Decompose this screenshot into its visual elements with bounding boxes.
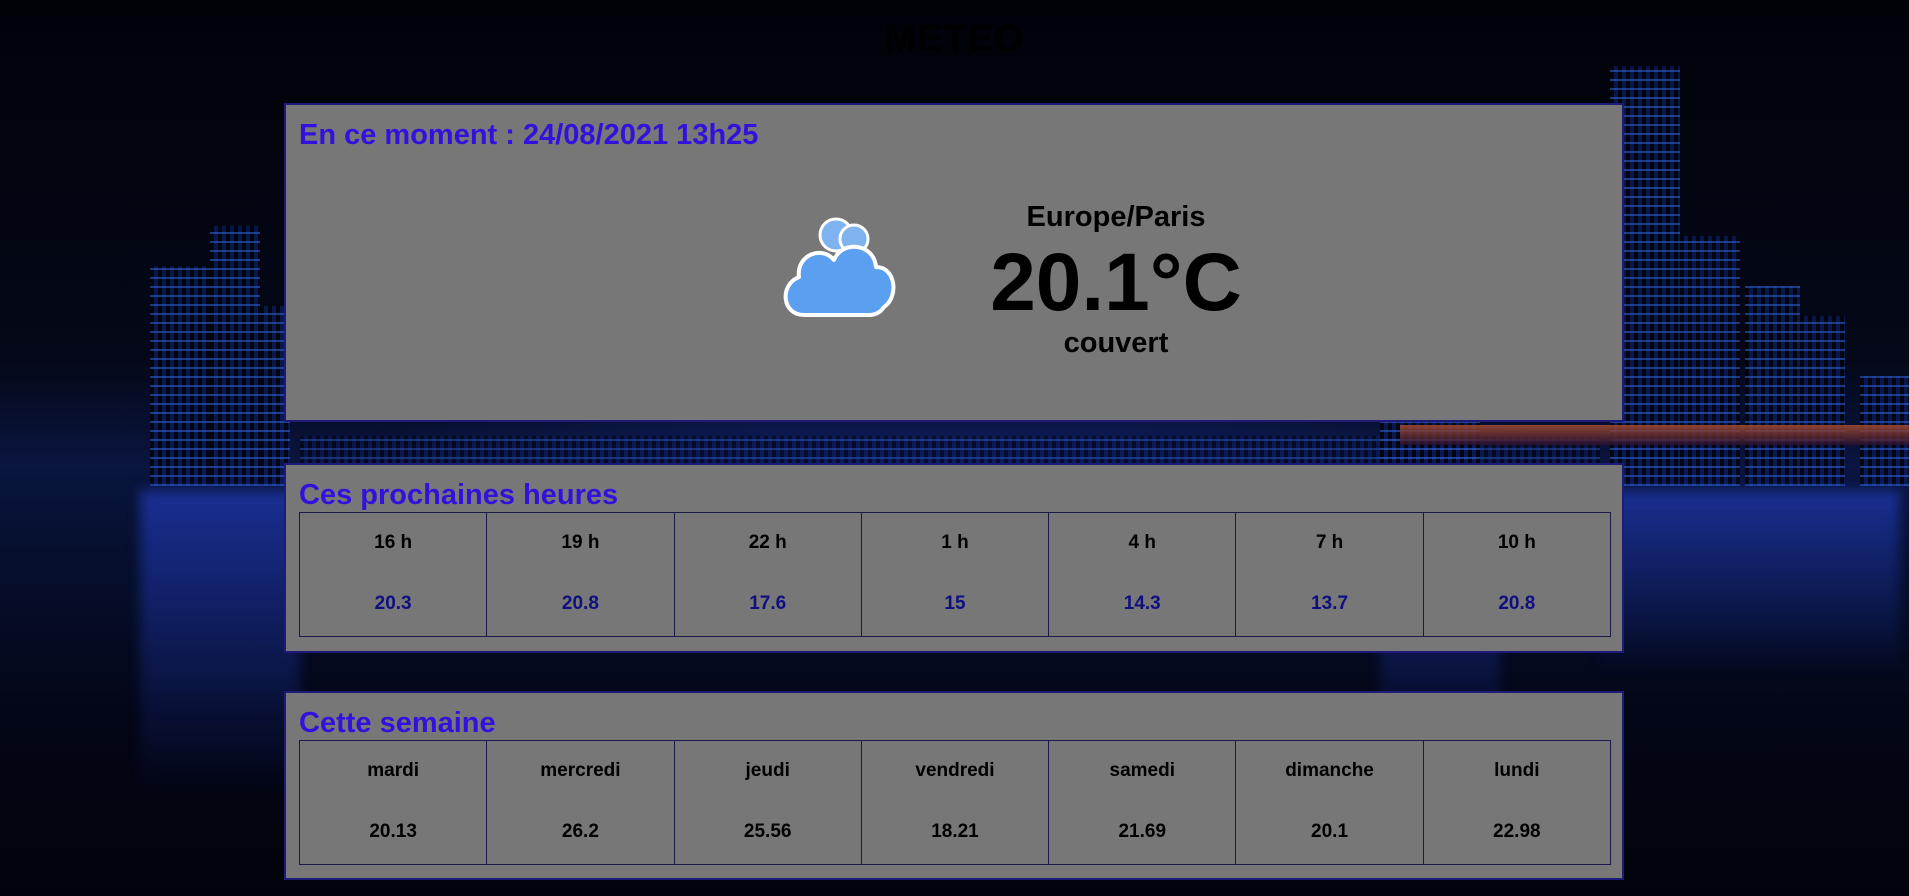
hourly-forecast-heading: Ces prochaines heures xyxy=(299,479,619,511)
hour-cell: 1 h 15 xyxy=(862,513,1050,636)
hour-cell: 10 h 20.8 xyxy=(1424,513,1610,636)
hour-label: 22 h xyxy=(748,532,787,553)
hour-cell: 22 h 17.6 xyxy=(675,513,862,636)
hour-label: 4 h xyxy=(1128,532,1156,553)
hour-temperature: 20.8 xyxy=(1498,593,1536,614)
day-label: dimanche xyxy=(1285,760,1374,781)
day-label: mardi xyxy=(367,760,420,781)
day-temperature: 18.21 xyxy=(931,821,979,842)
day-temperature: 21.69 xyxy=(1118,821,1167,842)
day-cell: lundi 22.98 xyxy=(1424,741,1610,864)
hourly-forecast-panel: Ces prochaines heures 16 h 20.3 19 h 20.… xyxy=(284,463,1624,653)
day-cell: jeudi 25.56 xyxy=(675,741,862,864)
current-weather-panel: En ce moment : 24/08/2021 13h25 Europe/P… xyxy=(284,103,1624,422)
day-temperature: 20.13 xyxy=(369,821,417,842)
day-cell: mardi 20.13 xyxy=(300,741,488,864)
hour-temperature: 17.6 xyxy=(749,593,787,614)
day-label: mercredi xyxy=(540,760,621,781)
day-label: jeudi xyxy=(745,760,790,781)
hourly-forecast-grid: 16 h 20.3 19 h 20.8 22 h 17.6 1 h 15 4 h… xyxy=(299,512,1611,637)
day-temperature: 20.1 xyxy=(1311,821,1349,842)
hour-temperature: 15 xyxy=(944,593,966,614)
hour-label: 16 h xyxy=(374,532,413,553)
hour-label: 1 h xyxy=(941,532,969,553)
day-label: samedi xyxy=(1109,760,1175,781)
hour-label: 7 h xyxy=(1315,532,1344,553)
day-cell: vendredi 18.21 xyxy=(862,741,1050,864)
current-weather-heading: En ce moment : 24/08/2021 13h25 xyxy=(299,119,759,151)
hour-cell: 7 h 13.7 xyxy=(1236,513,1424,636)
weekly-forecast-heading: Cette semaine xyxy=(299,707,496,739)
hour-cell: 16 h 20.3 xyxy=(300,513,488,636)
day-label: vendredi xyxy=(915,760,995,781)
cloud-icon xyxy=(774,205,914,325)
page-title: METEO xyxy=(884,18,1025,60)
hour-label: 19 h xyxy=(561,532,600,553)
weekly-forecast-panel: Cette semaine mardi 20.13 mercredi 26.2 … xyxy=(284,691,1624,880)
day-cell: samedi 21.69 xyxy=(1049,741,1237,864)
day-temperature: 22.98 xyxy=(1493,821,1541,842)
hour-cell: 19 h 20.8 xyxy=(487,513,675,636)
day-temperature: 26.2 xyxy=(561,821,599,842)
day-label: lundi xyxy=(1494,760,1540,781)
day-temperature: 25.56 xyxy=(743,821,792,842)
day-cell: mercredi 26.2 xyxy=(487,741,675,864)
weather-condition: couvert xyxy=(1063,327,1169,359)
day-cell: dimanche 20.1 xyxy=(1236,741,1424,864)
hour-cell: 4 h 14.3 xyxy=(1049,513,1237,636)
hour-label: 10 h xyxy=(1497,532,1536,553)
hour-temperature: 20.8 xyxy=(561,593,599,614)
hour-temperature: 14.3 xyxy=(1123,593,1161,614)
location-label: Europe/Paris xyxy=(1026,201,1206,233)
hour-temperature: 13.7 xyxy=(1311,593,1349,614)
hour-temperature: 20.3 xyxy=(374,593,412,614)
current-temperature: 20.1°C xyxy=(990,237,1242,328)
weekly-forecast-grid: mardi 20.13 mercredi 26.2 jeudi 25.56 ve… xyxy=(299,740,1611,865)
